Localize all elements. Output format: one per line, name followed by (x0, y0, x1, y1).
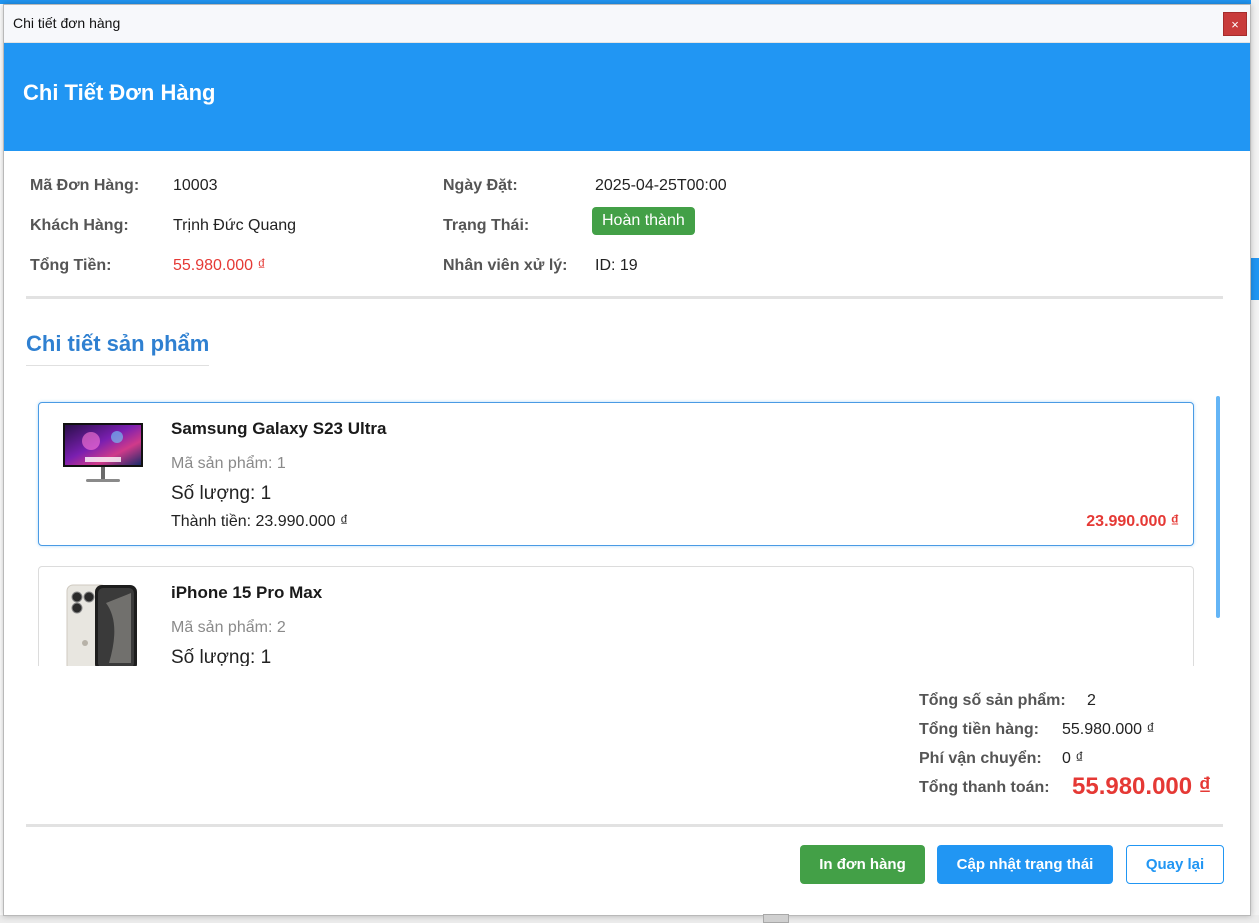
back-button[interactable]: Quay lại (1126, 845, 1224, 884)
product-quantity: Số lượng: 1 (171, 647, 272, 666)
close-button[interactable]: × (1223, 12, 1247, 36)
summary-shipping-value: 0 ₫ (1062, 750, 1084, 767)
status-label: Trạng Thái: (443, 217, 530, 234)
order-id-label: Mã Đơn Hàng: (30, 177, 140, 194)
print-order-button[interactable]: In đơn hàng (800, 845, 925, 884)
product-list[interactable]: Samsung Galaxy S23 Ultra Mã sản phẩm: 1 … (26, 390, 1218, 666)
product-code: Mã sản phẩm: 1 (171, 455, 286, 472)
background-app-edge (1251, 0, 1259, 923)
customer-value: Trịnh Đức Quang (173, 217, 297, 234)
summary-count-label: Tổng số sản phẩm: (919, 692, 1066, 709)
order-date-label: Ngày Đặt: (443, 177, 518, 194)
background-app-bottom (0, 915, 1259, 923)
page-title: Chi Tiết Đơn Hàng (23, 80, 216, 105)
update-status-button[interactable]: Cập nhật trạng thái (937, 845, 1113, 884)
customer-label: Khách Hàng: (30, 217, 129, 234)
product-list-scrollbar[interactable] (1216, 396, 1220, 618)
products-section-title: Chi tiết sản phẩm (26, 331, 210, 366)
staff-label: Nhân viên xử lý: (443, 257, 568, 274)
titlebar[interactable]: Chi tiết đơn hàng × (4, 5, 1250, 43)
summary-count-value: 2 (1087, 692, 1096, 709)
order-id-value: 10003 (173, 177, 218, 194)
summary-shipping-label: Phí vận chuyển: (919, 750, 1042, 767)
staff-value: ID: 19 (595, 257, 638, 274)
product-code: Mã sản phẩm: 2 (171, 619, 286, 636)
summary-goods-label: Tổng tiền hàng: (919, 721, 1039, 738)
close-icon: × (1231, 17, 1239, 32)
total-label: Tổng Tiền: (30, 257, 112, 274)
window-title: Chi tiết đơn hàng (13, 15, 121, 31)
background-app-header-strip (1251, 258, 1259, 300)
summary-grand-value: 55.980.000 ₫ (1072, 773, 1212, 800)
footer-divider (26, 824, 1223, 827)
product-price: 23.990.000 ₫ (1086, 513, 1179, 530)
summary-grand-label: Tổng thanh toán: (919, 779, 1050, 796)
product-card[interactable]: Samsung Galaxy S23 Ultra Mã sản phẩm: 1 … (38, 402, 1194, 546)
product-card[interactable]: iPhone 15 Pro Max Mã sản phẩm: 2 Số lượn… (38, 566, 1194, 666)
header-banner: Chi Tiết Đơn Hàng (4, 43, 1250, 151)
resize-grip[interactable] (763, 914, 789, 923)
total-value: 55.980.000 ₫ (173, 257, 266, 274)
divider (26, 296, 1223, 299)
iphone-thumbnail (61, 583, 145, 666)
product-name: iPhone 15 Pro Max (171, 583, 323, 602)
product-quantity: Số lượng: 1 (171, 483, 272, 504)
summary-goods-value: 55.980.000 ₫ (1062, 721, 1155, 738)
product-subtotal: Thành tiền: 23.990.000 ₫ (171, 513, 349, 530)
order-date-value: 2025-04-25T00:00 (595, 177, 727, 194)
monitor-thumbnail (61, 419, 145, 509)
status-badge: Hoàn thành (592, 207, 695, 235)
product-name: Samsung Galaxy S23 Ultra (171, 419, 387, 438)
